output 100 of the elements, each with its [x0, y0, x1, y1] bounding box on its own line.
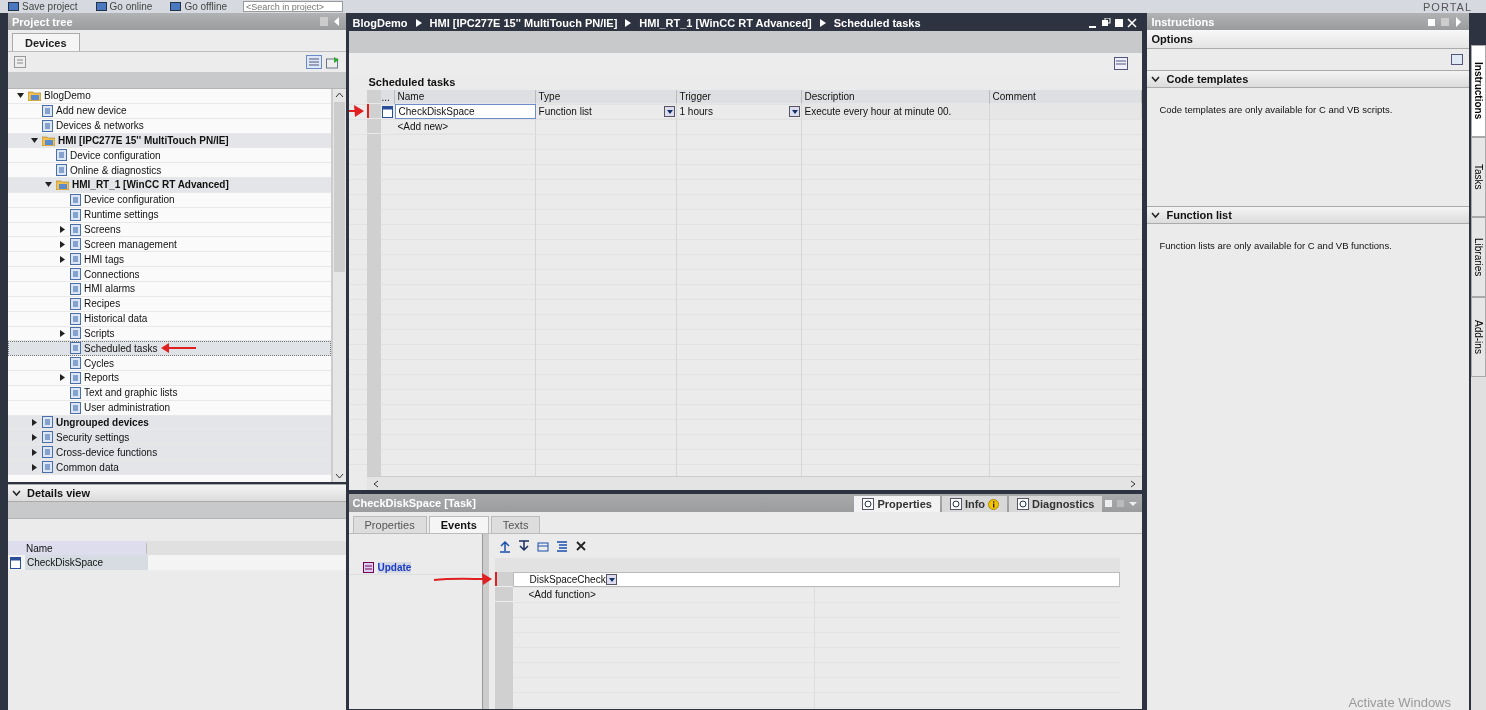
table-icon [14, 56, 26, 68]
move-down-icon[interactable] [517, 539, 530, 553]
folder-icon [42, 134, 55, 146]
toolbar-button[interactable]: Save project [6, 0, 80, 13]
table-title: Scheduled tasks [367, 75, 457, 90]
item-icon [70, 327, 81, 340]
tab[interactable]: Properties [854, 496, 940, 512]
tree-item[interactable]: Scheduled tasks [8, 341, 331, 357]
annotation-arrow [431, 571, 494, 587]
panel-title: Project tree [12, 15, 73, 28]
tree-item[interactable]: Cycles [8, 356, 331, 372]
dropdown-button[interactable] [605, 574, 617, 585]
breadcrumb-item[interactable]: HMI [IPC277E 15'' MultiTouch PN/IE] [429, 16, 618, 29]
expand-arrow-icon [59, 329, 66, 337]
tree-item[interactable]: Security settings [8, 430, 331, 446]
tree-item[interactable]: Common data [8, 460, 331, 475]
item-icon [42, 431, 53, 444]
item-icon [70, 238, 81, 251]
tree-item[interactable]: HMI_RT_1 [WinCC RT Advanced] [8, 178, 331, 193]
expand-arrow-icon [59, 374, 66, 382]
search-field[interactable]: <Search in project> [243, 1, 344, 12]
add-function-link[interactable]: <Add function> [528, 589, 596, 600]
tab[interactable]: Diagnostics [1009, 496, 1103, 512]
item-icon [70, 193, 81, 206]
side-tab[interactable]: Add-ins [1471, 297, 1486, 377]
row-header[interactable] [366, 104, 381, 119]
tab[interactable]: Properties [352, 516, 427, 533]
item-icon [70, 401, 81, 414]
item-icon [70, 371, 81, 384]
toolbar-button[interactable]: Go online [93, 0, 155, 13]
event-item[interactable]: Update [348, 561, 482, 575]
tree-item[interactable]: Cross-device functions [8, 445, 331, 461]
row-header[interactable] [494, 572, 513, 587]
item-icon [70, 282, 81, 295]
item-icon [42, 119, 53, 132]
info-icon [988, 498, 1000, 510]
list-icon[interactable] [555, 539, 568, 553]
type-dropdown[interactable]: Function list [535, 104, 677, 119]
tree-item[interactable]: Connections [8, 267, 331, 282]
insert-icon[interactable] [536, 539, 549, 553]
dropdown-button[interactable] [788, 105, 800, 117]
tree-item[interactable]: Reports [8, 371, 331, 386]
tab[interactable]: Events [428, 516, 489, 533]
section-header[interactable]: Code templates [1147, 70, 1469, 88]
item-icon [70, 297, 81, 310]
scroll-thumb[interactable] [333, 102, 345, 272]
toolbar-button[interactable]: Go offline [168, 0, 230, 13]
side-tab[interactable]: Tasks [1471, 137, 1486, 217]
section-header: Details view [8, 484, 346, 502]
trigger-dropdown[interactable]: 1 hours [676, 104, 802, 119]
brand-text: PORTAL [1423, 0, 1472, 13]
tab[interactable]: Devices [12, 33, 80, 51]
breadcrumb-item[interactable]: Scheduled tasks [833, 16, 921, 29]
panel-controls-icon [1427, 16, 1463, 27]
tree-item[interactable]: Online & diagnostics [8, 163, 331, 179]
overview-icon [305, 55, 322, 69]
toolbar-icon [8, 2, 19, 11]
side-tab[interactable]: Instructions [1471, 45, 1486, 137]
annotation-arrow [160, 341, 198, 356]
list-item[interactable]: CheckDiskSpace [25, 555, 148, 570]
info-text: Function lists are only available for C and VB functions. [1158, 239, 1393, 253]
item-icon [70, 223, 81, 236]
folder-icon [56, 179, 69, 191]
column-header[interactable]: Trigger [676, 90, 802, 104]
calendar-icon [381, 105, 393, 118]
options-header: Options [1147, 30, 1469, 49]
window-icon [1114, 57, 1129, 70]
tab-icon [862, 498, 875, 510]
item-icon [42, 446, 53, 459]
tab[interactable]: Texts [490, 516, 541, 533]
chevron-icon [625, 18, 632, 27]
collapse-icon [1151, 75, 1161, 83]
dropdown-button[interactable] [663, 105, 675, 117]
section-header[interactable]: Function list [1147, 206, 1469, 224]
folder-icon [28, 90, 41, 102]
breadcrumb-item[interactable]: HMI_RT_1 [WinCC RT Advanced] [639, 16, 812, 29]
item-icon [56, 164, 67, 177]
side-tab[interactable]: Libraries [1471, 217, 1486, 297]
item-icon [56, 149, 67, 162]
name-field[interactable]: CheckDiskSpace [394, 104, 536, 119]
refresh-icon [325, 55, 340, 69]
tab[interactable]: Info [941, 496, 1008, 512]
table-cell: Execute every hour at minute 00. [801, 104, 990, 119]
column-header[interactable]: Name [24, 542, 147, 554]
add-new-link[interactable]: <Add new> [394, 119, 536, 134]
tree-item[interactable]: Device configuration [8, 148, 331, 164]
watermark-text: Activate Windows [1348, 695, 1451, 710]
move-up-icon[interactable] [498, 539, 511, 553]
item-icon [42, 461, 53, 473]
toolbar-icon [95, 2, 107, 11]
function-dropdown[interactable]: DiskSpaceCheck [512, 572, 1121, 587]
tree-item[interactable]: Screen management [8, 237, 331, 253]
item-icon [70, 357, 81, 370]
splitter-bar[interactable] [481, 534, 489, 709]
delete-icon[interactable] [574, 540, 587, 552]
tree-item[interactable]: HMI tags [8, 252, 331, 268]
horizontal-scrollbar[interactable] [366, 476, 1143, 490]
breadcrumb-item[interactable]: BlogDemo [352, 16, 408, 29]
tree-item[interactable]: BlogDemo [8, 89, 331, 104]
column-header[interactable]: Type [535, 90, 677, 104]
